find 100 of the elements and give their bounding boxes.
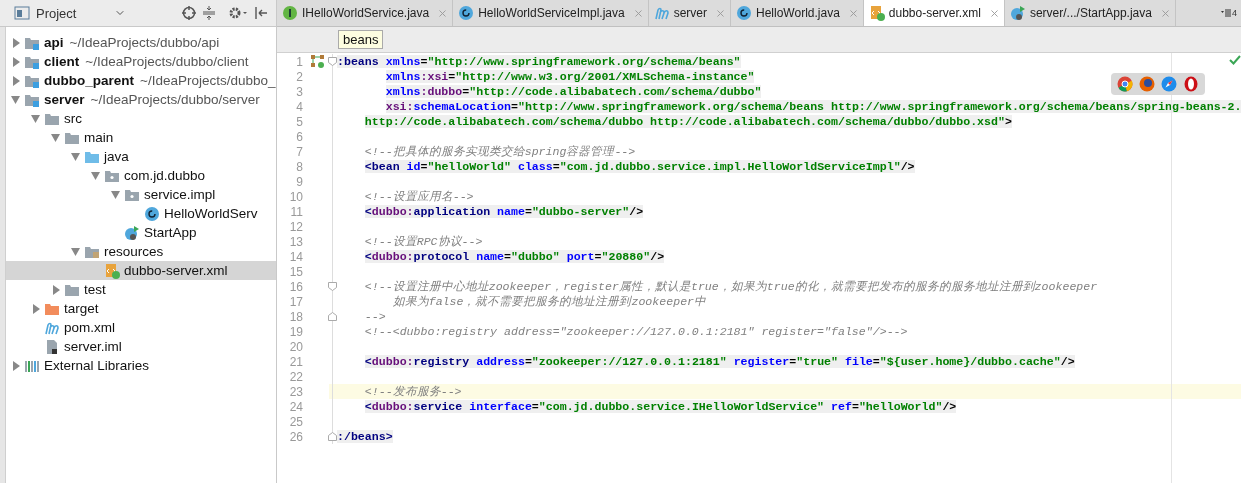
tree-item-label: target (64, 301, 99, 316)
line-number: 23 (288, 384, 303, 399)
hidden-tabs-button[interactable]: 4 (1221, 0, 1241, 26)
tree-item[interactable]: test (6, 280, 276, 299)
module-path: ~/IdeaProjects/dubbo/api (69, 35, 220, 50)
tree-item[interactable]: target (6, 299, 276, 318)
module-path: ~/IdeaProjects/dubbo/server (90, 92, 260, 107)
check-icon (1229, 55, 1241, 65)
line-number: 14 (288, 249, 303, 264)
code-comment: --> (364, 310, 386, 323)
browser-icon[interactable] (1117, 76, 1133, 92)
tree-item[interactable]: server.iml (6, 337, 276, 356)
line-number: 2 (295, 69, 303, 84)
tree-item-label: java (104, 149, 129, 164)
settings-icon[interactable] (228, 6, 248, 20)
code-comment: <!--设置注册中心地址zookeeper，register属性，默认是true，如果为true的化，就需要把发布的服务的服务地址注册到zookeeper (364, 280, 1098, 293)
code-comment: <!--设置RPC协议--> (364, 235, 483, 248)
tree-item[interactable]: com.jd.dubbo (6, 166, 276, 185)
code-comment: 如果为false，就不需要把服务的地址注册到zookeeper中 (392, 295, 707, 308)
line-number: 8 (295, 159, 303, 174)
line-number: 19 (288, 324, 303, 339)
tree-item[interactable]: main (6, 128, 276, 147)
browser-icon[interactable] (1139, 76, 1155, 92)
interface-icon (282, 5, 298, 21)
tree-item-label: api (44, 35, 64, 50)
spring-bean-icon[interactable] (311, 55, 325, 68)
code-comment: <!--<dubbo:registry address="zookeeper://127.0.0.1:2181" register="false"/>--> (364, 325, 908, 338)
tree-item[interactable]: src (6, 109, 276, 128)
line-number: 4 (295, 99, 303, 114)
run-config-icon (1009, 5, 1026, 21)
xml-file-icon (868, 5, 885, 21)
tree-item[interactable]: External Libraries (6, 356, 276, 375)
xml-file-icon (104, 262, 120, 279)
tree-item-label: pom.xml (64, 320, 115, 335)
code-comment: <!--把具体的服务实现类交给spring容器管理--> (364, 145, 636, 158)
line-number: 13 (288, 234, 303, 249)
tree-item[interactable]: dubbo-server.xml (6, 261, 276, 280)
tree-item[interactable]: java (6, 147, 276, 166)
tab-list-icon (1221, 9, 1231, 17)
tree-item-label: resources (104, 244, 164, 259)
fold-icon[interactable] (328, 282, 337, 291)
close-icon[interactable] (988, 7, 1000, 19)
line-number: 25 (288, 414, 303, 429)
project-view-icon (14, 6, 30, 20)
tree-item-label: server.iml (64, 339, 122, 354)
line-number: 21 (288, 354, 303, 369)
class-icon (736, 5, 752, 21)
tree-item-label: server (44, 92, 85, 107)
tree-item-label: dubbo-server.xml (124, 263, 228, 278)
tree-item[interactable]: api ~/IdeaProjects/dubbo/api (6, 33, 276, 52)
module-path: ~/IdeaProjects/dubbo_ (140, 73, 276, 88)
collapse-icon[interactable] (202, 6, 216, 20)
tree-item[interactable]: resources (6, 242, 276, 261)
breadcrumb[interactable]: beans (338, 30, 384, 49)
module-path: ~/IdeaProjects/dubbo/client (85, 54, 249, 69)
hide-panel-icon[interactable] (254, 6, 268, 20)
close-icon[interactable] (1159, 7, 1171, 19)
tree-item-label: HelloWorldServ (164, 206, 258, 221)
line-number: 26 (288, 429, 303, 444)
panel-title: Project (36, 5, 78, 21)
tree-item[interactable]: StartApp (6, 223, 276, 242)
compass-icon[interactable] (1161, 76, 1177, 92)
tree-item[interactable]: HelloWorldServ (6, 204, 276, 223)
code-comment: <!--发布服务--> (364, 385, 462, 398)
tree-item[interactable]: client ~/IdeaProjects/dubbo/client (6, 52, 276, 71)
tree-item[interactable]: service.impl (6, 185, 276, 204)
line-number: 1 (295, 54, 303, 69)
close-icon[interactable] (632, 7, 644, 19)
close-icon[interactable] (847, 7, 859, 19)
tree-item-label: dubbo_parent (44, 73, 134, 88)
line-number: 11 (289, 204, 303, 219)
line-number: 18 (288, 309, 303, 324)
tree-item[interactable]: server ~/IdeaProjects/dubbo/server (6, 90, 276, 109)
line-number: 16 (288, 279, 303, 294)
line-number: 7 (295, 144, 303, 159)
tree-item-label: com.jd.dubbo (124, 168, 206, 183)
tree-item-label: test (84, 282, 106, 297)
line-number: 24 (288, 399, 303, 414)
line-number: 22 (288, 369, 303, 384)
fold-icon[interactable] (328, 312, 337, 321)
tree-item-label: main (84, 130, 114, 145)
close-icon[interactable] (437, 7, 449, 19)
run-config-icon (124, 224, 140, 241)
line-number: 9 (295, 174, 303, 189)
line-number: 10 (288, 189, 303, 204)
close-icon[interactable] (715, 7, 726, 19)
tree-item[interactable]: pom.xml (6, 318, 276, 337)
crosshair-icon[interactable] (182, 6, 196, 20)
line-number: 12 (288, 219, 303, 234)
tree-item-label: service.impl (144, 187, 216, 202)
browser-icon[interactable] (1183, 76, 1199, 92)
tree-item[interactable]: dubbo_parent ~/IdeaProjects/dubbo_ (6, 71, 276, 90)
editor-tab[interactable]: dubbo-server.xml (863, 0, 1005, 26)
fold-icon[interactable] (328, 57, 337, 66)
fold-icon[interactable] (328, 432, 337, 441)
class-icon (144, 205, 160, 222)
line-number: 3 (295, 84, 303, 99)
line-number: 5 (295, 114, 303, 129)
maven-icon (653, 5, 670, 21)
line-number: 15 (288, 264, 303, 279)
